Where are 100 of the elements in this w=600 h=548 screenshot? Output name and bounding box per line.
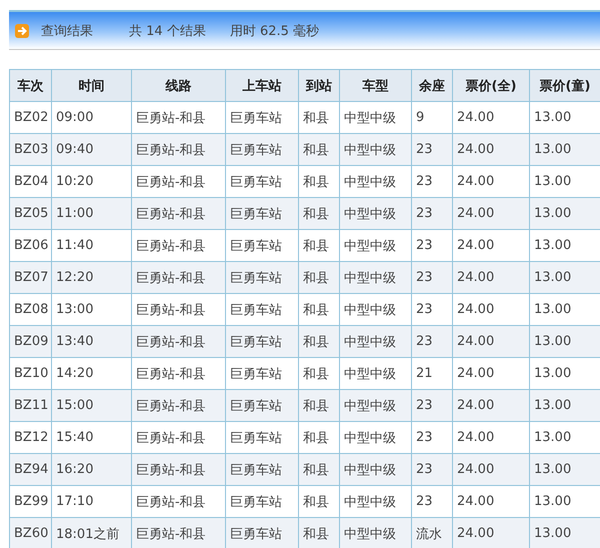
table-cell: 和县: [298, 518, 340, 548]
table-cell: 巨勇站-和县: [132, 390, 226, 422]
table-cell: BZ94: [10, 454, 52, 486]
table-cell: 13.00: [530, 134, 600, 166]
table-cell: 12:20: [52, 262, 132, 294]
table-cell: BZ10: [10, 358, 52, 390]
table-cell: 13.00: [530, 230, 600, 262]
table-cell: 巨勇站-和县: [132, 326, 226, 358]
table-cell: 09:00: [52, 102, 132, 134]
table-cell: 中型中级: [340, 262, 412, 294]
column-header: 票价(全): [452, 70, 530, 102]
table-cell: 巨勇站-和县: [132, 358, 226, 390]
table-cell: 巨勇车站: [226, 518, 298, 548]
table-cell: 11:00: [52, 198, 132, 230]
table-cell: 巨勇站-和县: [132, 454, 226, 486]
table-cell: 24.00: [452, 518, 530, 548]
table-cell: 24.00: [452, 422, 530, 454]
result-count: 共 14 个结果: [129, 22, 206, 40]
table-cell: 24.00: [452, 198, 530, 230]
table-cell: 巨勇站-和县: [132, 102, 226, 134]
table-cell: 13.00: [530, 326, 600, 358]
column-header: 车型: [340, 70, 412, 102]
table-cell: 中型中级: [340, 518, 412, 548]
table-cell: 13:00: [52, 294, 132, 326]
table-cell: 巨勇车站: [226, 486, 298, 518]
table-cell: 巨勇站-和县: [132, 486, 226, 518]
table-cell: BZ05: [10, 198, 52, 230]
table-cell: 24.00: [452, 102, 530, 134]
table-cell: 13.00: [530, 486, 600, 518]
table-cell: 巨勇车站: [226, 358, 298, 390]
table-cell: 13:40: [52, 326, 132, 358]
table-cell: 23: [412, 390, 452, 422]
table-cell: 13.00: [530, 358, 600, 390]
table-cell: 巨勇车站: [226, 454, 298, 486]
table-cell: 24.00: [452, 358, 530, 390]
table-cell: 巨勇车站: [226, 422, 298, 454]
table-cell: 17:10: [52, 486, 132, 518]
column-header: 时间: [52, 70, 132, 102]
table-cell: 23: [412, 422, 452, 454]
table-cell: 13.00: [530, 198, 600, 230]
table-cell: 24.00: [452, 230, 530, 262]
table-cell: 和县: [298, 262, 340, 294]
results-title: 查询结果: [41, 22, 93, 40]
arrow-right-icon: [15, 24, 29, 38]
table-cell: BZ09: [10, 326, 52, 358]
table-cell: 18:01之前: [52, 518, 132, 548]
table-cell: 13.00: [530, 166, 600, 198]
table-cell: 13.00: [530, 390, 600, 422]
table-cell: 和县: [298, 422, 340, 454]
table-cell: 21: [412, 358, 452, 390]
table-cell: 24.00: [452, 166, 530, 198]
table-cell: 巨勇站-和县: [132, 198, 226, 230]
table-cell: 巨勇站-和县: [132, 294, 226, 326]
column-header: 余座: [412, 70, 452, 102]
table-cell: 和县: [298, 390, 340, 422]
table-cell: 中型中级: [340, 326, 412, 358]
query-time: 用时 62.5 毫秒: [230, 22, 320, 40]
table-cell: 24.00: [452, 326, 530, 358]
table-cell: BZ04: [10, 166, 52, 198]
table-cell: 中型中级: [340, 134, 412, 166]
table-cell: 23: [412, 198, 452, 230]
table-cell: 23: [412, 326, 452, 358]
table-cell: 中型中级: [340, 102, 412, 134]
table-cell: 11:40: [52, 230, 132, 262]
table-cell: 13.00: [530, 454, 600, 486]
column-header: 到站: [298, 70, 340, 102]
table-cell: 中型中级: [340, 358, 412, 390]
table-cell: 巨勇站-和县: [132, 230, 226, 262]
table-cell: 巨勇车站: [226, 294, 298, 326]
table-cell: 巨勇车站: [226, 390, 298, 422]
table-cell: BZ07: [10, 262, 52, 294]
table-cell: 15:00: [52, 390, 132, 422]
table-cell: 23: [412, 454, 452, 486]
table-cell: 和县: [298, 486, 340, 518]
table-cell: BZ08: [10, 294, 52, 326]
table-cell: 15:40: [52, 422, 132, 454]
table-cell: 中型中级: [340, 294, 412, 326]
table-cell: 巨勇车站: [226, 198, 298, 230]
table-cell: 24.00: [452, 486, 530, 518]
table-cell: 23: [412, 166, 452, 198]
column-header: 线路: [132, 70, 226, 102]
table-cell: 中型中级: [340, 454, 412, 486]
table-cell: 13.00: [530, 422, 600, 454]
table-cell: 和县: [298, 102, 340, 134]
table-cell: 9: [412, 102, 452, 134]
table-cell: 巨勇车站: [226, 102, 298, 134]
table-cell: 巨勇站-和县: [132, 166, 226, 198]
table-cell: 巨勇车站: [226, 262, 298, 294]
table-cell: 23: [412, 262, 452, 294]
table-cell: BZ60: [10, 518, 52, 548]
column-header: 票价(童): [530, 70, 600, 102]
table-cell: 和县: [298, 166, 340, 198]
table-cell: 和县: [298, 358, 340, 390]
table-cell: 13.00: [530, 518, 600, 548]
table-cell: BZ06: [10, 230, 52, 262]
table-cell: 13.00: [530, 102, 600, 134]
column-header: 车次: [10, 70, 52, 102]
table-cell: 24.00: [452, 294, 530, 326]
table-cell: 和县: [298, 294, 340, 326]
table-cell: 24.00: [452, 134, 530, 166]
